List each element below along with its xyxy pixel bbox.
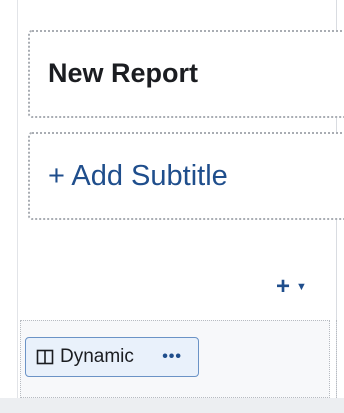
dynamic-filter-chip[interactable]: Dynamic ••• [25,337,199,377]
report-editor: New Report + Add Subtitle + ▼ Dynamic ••… [0,0,344,413]
report-title-box[interactable]: New Report [28,30,344,118]
chip-label: Dynamic [60,346,134,367]
panel-divider [336,320,344,398]
add-section-control[interactable]: + ▼ [276,275,307,299]
add-subtitle-link[interactable]: + Add Subtitle [48,160,228,193]
more-horizontal-icon[interactable]: ••• [162,349,182,365]
caret-down-icon[interactable]: ▼ [296,281,307,293]
columns-icon [36,348,54,366]
left-rail [0,0,18,413]
add-subtitle-box[interactable]: + Add Subtitle [28,132,344,220]
plus-icon[interactable]: + [276,275,290,299]
bottom-strip [0,398,344,413]
report-title[interactable]: New Report [48,58,198,89]
